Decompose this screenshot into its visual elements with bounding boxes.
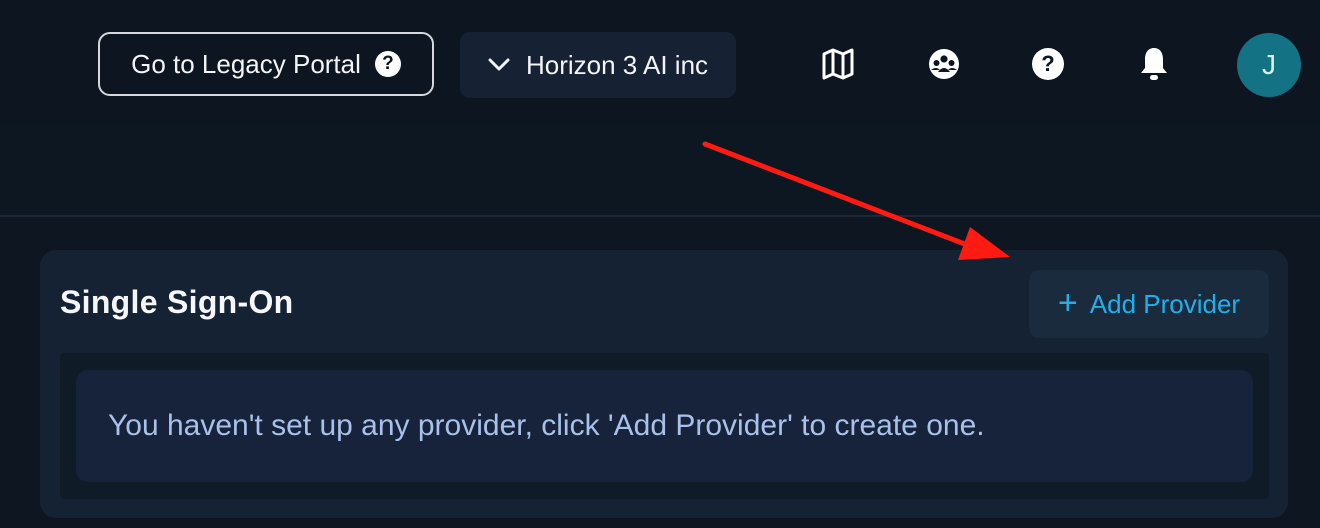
sso-card-title: Single Sign-On xyxy=(60,284,294,320)
sub-header-bar xyxy=(0,122,1320,217)
add-provider-button[interactable]: + Add Provider xyxy=(1029,270,1269,338)
legacy-portal-button[interactable]: Go to Legacy Portal ? xyxy=(98,32,434,96)
legacy-help-glyph: ? xyxy=(382,53,394,74)
add-provider-label: Add Provider xyxy=(1089,288,1241,319)
organization-name: Horizon 3 AI inc xyxy=(525,49,709,80)
bell-icon xyxy=(1141,48,1167,80)
top-navigation-bar: Go to Legacy Portal ? Horizon 3 AI inc ? xyxy=(0,0,1320,122)
notifications-button[interactable] xyxy=(1134,44,1174,84)
community-button[interactable] xyxy=(924,44,964,84)
empty-state-message: You haven't set up any provider, click '… xyxy=(108,409,985,442)
map-button[interactable] xyxy=(818,44,858,84)
provider-list-container: You haven't set up any provider, click '… xyxy=(60,353,1269,499)
avatar-initial: J xyxy=(1262,49,1276,80)
plus-icon: + xyxy=(1057,283,1078,322)
community-icon xyxy=(929,49,959,79)
user-avatar[interactable]: J xyxy=(1237,33,1301,97)
single-sign-on-card: Single Sign-On + Add Provider You haven'… xyxy=(40,250,1288,518)
chevron-down-icon xyxy=(488,58,510,71)
help-icon: ? xyxy=(374,51,401,77)
help-glyph: ? xyxy=(1041,51,1055,76)
help-button[interactable]: ? xyxy=(1028,44,1068,84)
empty-state-box: You haven't set up any provider, click '… xyxy=(76,370,1253,482)
help-icon: ? xyxy=(1032,48,1064,80)
map-icon xyxy=(822,48,854,80)
organization-selector[interactable]: Horizon 3 AI inc xyxy=(460,32,736,98)
legacy-portal-label: Go to Legacy Portal xyxy=(131,48,361,79)
